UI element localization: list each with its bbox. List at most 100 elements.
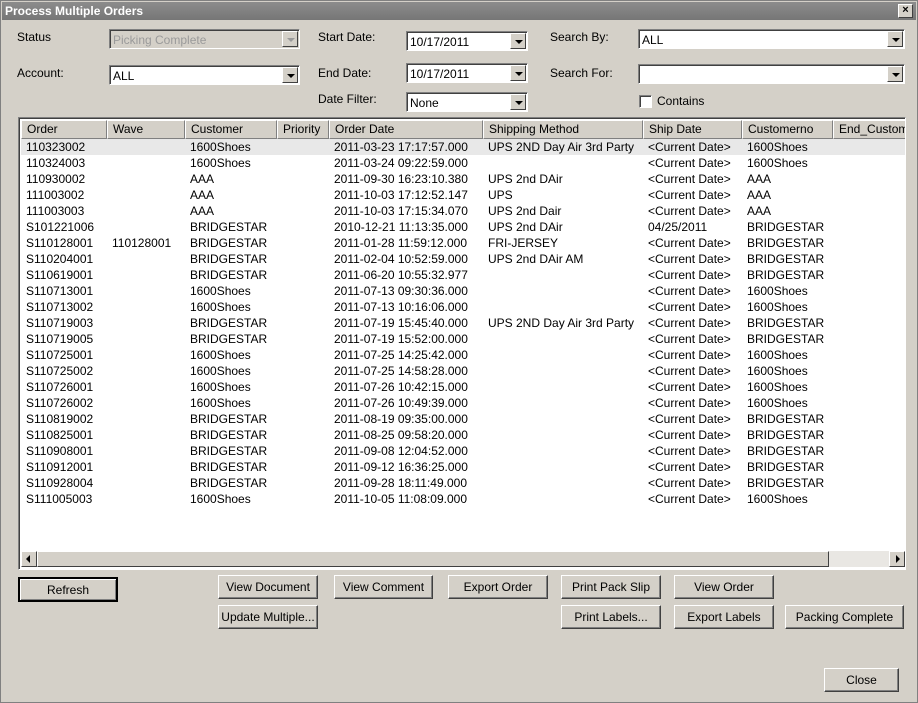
view-document-button[interactable]: View Document (218, 575, 318, 599)
scroll-right-icon[interactable] (889, 551, 905, 567)
cell-wave (107, 427, 185, 443)
table-row[interactable]: S110204001 BRIDGESTAR 2011-02-04 10:52:59.… (21, 251, 905, 267)
cell-customer: BRIDGESTAR (190, 476, 268, 490)
cell-customer: 1600Shoes (190, 284, 251, 298)
scroll-left-icon[interactable] (21, 551, 37, 567)
cell-order-date: 2011-07-26 10:49:39.000 (334, 396, 468, 410)
table-row[interactable]: S110128001 110128001 BRIDGESTAR 2011-01-28 … (21, 235, 905, 251)
table-row[interactable]: S110619001 BRIDGESTAR 2011-06-20 10:55:32.… (21, 267, 905, 283)
close-icon[interactable]: × (898, 4, 913, 18)
table-row[interactable]: S110713002 1600Shoes 2011-07-13 10:16:06.0… (21, 299, 905, 315)
cell-shipping-method: UPS 2ND Day Air 3rd Party (488, 140, 635, 154)
cell-end-customer (833, 379, 905, 395)
chevron-down-icon[interactable] (282, 67, 298, 83)
cell-order-date: 2011-09-08 12:04:52.000 (334, 444, 468, 458)
export-order-button[interactable]: Export Order (448, 575, 548, 599)
cell-wave (107, 203, 185, 219)
cell-customer: AAA (190, 188, 215, 202)
cell-customer: BRIDGESTAR (190, 252, 268, 266)
end-date-picker[interactable]: 10/17/2011 (406, 63, 528, 83)
chevron-down-icon[interactable] (887, 66, 903, 82)
table-row[interactable]: 110323002 1600Shoes 2011-03-23 17:17:57.00… (21, 139, 905, 155)
export-labels-button[interactable]: Export Labels (674, 605, 774, 629)
cell-shipping-method (483, 459, 643, 475)
column-header-end-customer[interactable]: End_Customer (833, 120, 905, 139)
packing-complete-button[interactable]: Packing Complete (785, 605, 904, 629)
chevron-down-icon[interactable] (887, 31, 903, 47)
start-date-picker[interactable]: 10/17/2011 (406, 31, 528, 51)
table-row[interactable]: S110725001 1600Shoes 2011-07-25 14:25:42.0… (21, 347, 905, 363)
chevron-down-icon[interactable] (510, 33, 526, 49)
cell-wave (107, 155, 185, 171)
cell-ship-date: <Current Date> (648, 428, 731, 442)
contains-checkbox[interactable] (639, 95, 652, 108)
search-for-input[interactable] (638, 64, 905, 84)
search-by-value: ALL (642, 33, 664, 47)
scrollbar-thumb[interactable] (37, 551, 829, 567)
cell-order-date: 2011-08-19 09:35:00.000 (334, 412, 468, 426)
cell-order: S110928004 (26, 476, 94, 490)
table-row[interactable]: 110930002 AAA 2011-09-30 16:23:10.380 UPS 2… (21, 171, 905, 187)
table-row[interactable]: S110908001 BRIDGESTAR 2011-09-08 12:04:52.… (21, 443, 905, 459)
print-labels-button[interactable]: Print Labels... (561, 605, 661, 629)
print-pack-slip-button[interactable]: Print Pack Slip (561, 575, 661, 599)
cell-priority (277, 411, 329, 427)
column-header-customer[interactable]: Customer (185, 120, 277, 139)
cell-ship-date: <Current Date> (648, 236, 731, 250)
cell-order: S110719005 (26, 332, 94, 346)
table-row[interactable]: S110912001 BRIDGESTAR 2011-09-12 16:36:25.… (21, 459, 905, 475)
cell-order-date: 2011-09-30 16:23:10.380 (334, 172, 468, 186)
chevron-down-icon[interactable] (510, 65, 526, 81)
table-row[interactable]: S110726001 1600Shoes 2011-07-26 10:42:15.0… (21, 379, 905, 395)
cell-ship-date: <Current Date> (648, 204, 731, 218)
table-row[interactable]: S110819002 BRIDGESTAR 2011-08-19 09:35:00.… (21, 411, 905, 427)
search-by-label: Search By: (550, 30, 609, 44)
cell-wave: 110128001 (112, 236, 172, 250)
cell-wave (107, 187, 185, 203)
cell-end-customer (833, 475, 905, 491)
cell-wave (107, 475, 185, 491)
view-comment-button[interactable]: View Comment (334, 575, 433, 599)
cell-customer: 1600Shoes (190, 380, 251, 394)
cell-order-date: 2011-07-19 15:45:40.000 (334, 316, 468, 330)
cell-priority (277, 331, 329, 347)
table-row[interactable]: S110825001 BRIDGESTAR 2011-08-25 09:58:20.… (21, 427, 905, 443)
chevron-down-icon[interactable] (510, 94, 526, 110)
column-header-customerno[interactable]: Customerno (742, 120, 833, 139)
table-row[interactable]: S110719005 BRIDGESTAR 2011-07-19 15:52:00.… (21, 331, 905, 347)
cell-ship-date: <Current Date> (648, 380, 731, 394)
table-row[interactable]: S101221006 BRIDGESTAR 2010-12-21 11:13:35.… (21, 219, 905, 235)
column-header-priority[interactable]: Priority (277, 120, 329, 139)
cell-customerno: AAA (747, 172, 772, 186)
column-header-order[interactable]: Order (21, 120, 107, 139)
close-button[interactable]: Close (824, 668, 899, 692)
column-header-shipping-method[interactable]: Shipping Method (483, 120, 643, 139)
cell-order: S110726002 (26, 396, 94, 410)
cell-shipping-method: FRI-JERSEY (488, 236, 559, 250)
table-row[interactable]: 111003003 AAA 2011-10-03 17:15:34.070 UPS 2… (21, 203, 905, 219)
view-order-button[interactable]: View Order (674, 575, 774, 599)
search-by-select[interactable]: ALL (638, 29, 905, 49)
column-header-wave[interactable]: Wave (107, 120, 185, 139)
cell-customer: BRIDGESTAR (190, 236, 268, 250)
update-multiple-button[interactable]: Update Multiple... (218, 605, 318, 629)
column-header-order-date[interactable]: Order Date (329, 120, 483, 139)
cell-ship-date: <Current Date> (648, 364, 731, 378)
table-row[interactable]: S110726002 1600Shoes 2011-07-26 10:49:39.0… (21, 395, 905, 411)
table-row[interactable]: S110928004 BRIDGESTAR 2011-09-28 18:11:49.… (21, 475, 905, 491)
cell-order: 111003003 (26, 204, 85, 218)
table-row[interactable]: S110713001 1600Shoes 2011-07-13 09:30:36.0… (21, 283, 905, 299)
cell-order: S110908001 (26, 444, 94, 458)
date-filter-select[interactable]: None (406, 92, 528, 112)
column-header-ship-date[interactable]: Ship Date (643, 120, 742, 139)
table-row[interactable]: S110719003 BRIDGESTAR 2011-07-19 15:45:40.… (21, 315, 905, 331)
table-row[interactable]: S111005003 1600Shoes 2011-10-05 11:08:09.0… (21, 491, 905, 507)
account-select[interactable]: ALL (109, 65, 300, 85)
cell-wave (107, 491, 185, 507)
refresh-button[interactable]: Refresh (18, 577, 118, 602)
cell-order: S110128001 (26, 236, 94, 250)
horizontal-scrollbar[interactable] (21, 551, 905, 567)
table-row[interactable]: 110324003 1600Shoes 2011-03-24 09:22:59.00… (21, 155, 905, 171)
table-row[interactable]: 111003002 AAA 2011-10-03 17:12:52.147 UPS <C… (21, 187, 905, 203)
table-row[interactable]: S110725002 1600Shoes 2011-07-25 14:58:28.0… (21, 363, 905, 379)
